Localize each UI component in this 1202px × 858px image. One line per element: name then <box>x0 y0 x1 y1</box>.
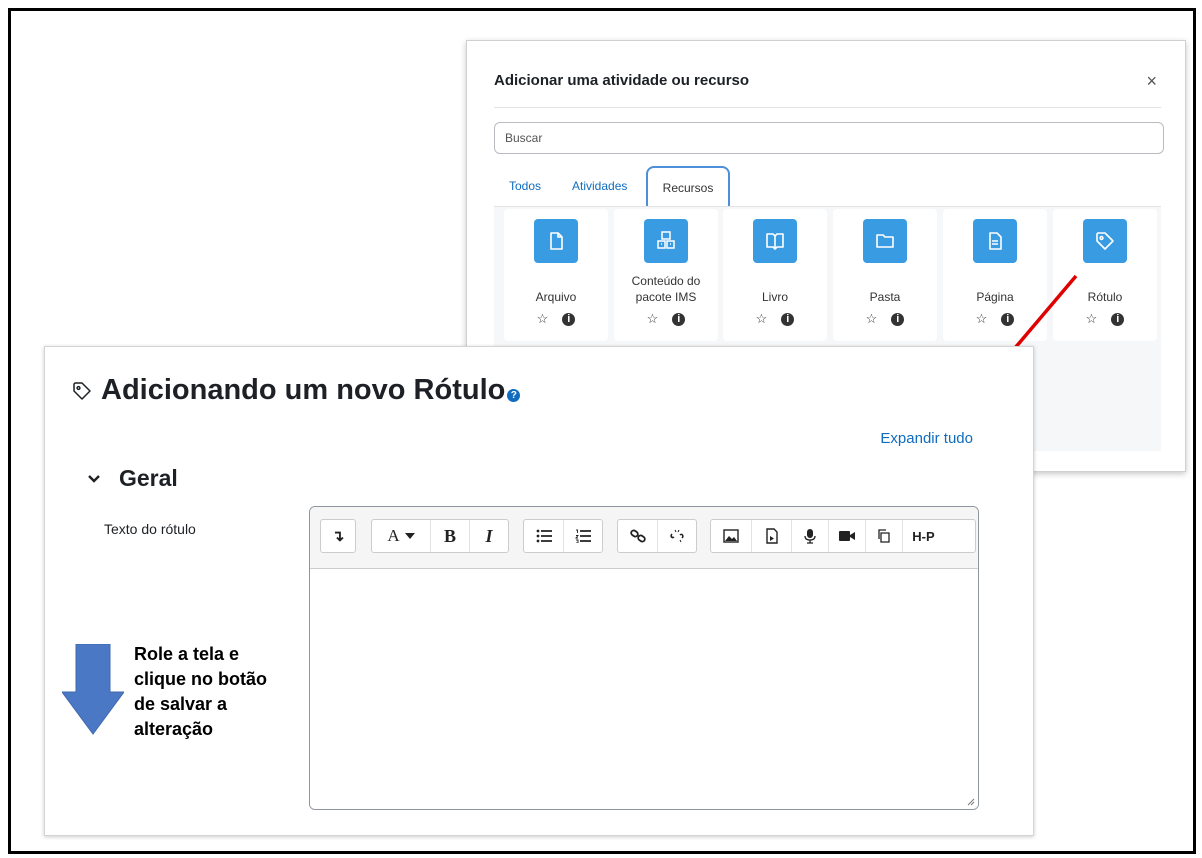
star-icon[interactable]: ☆ <box>1086 311 1098 327</box>
chooser-item-pasta[interactable]: Pasta ☆ i <box>833 209 937 341</box>
page-title-row: Adicionando um novo Rótulo ? <box>71 374 521 407</box>
folder-icon <box>863 219 907 263</box>
toolbar-toggle-button[interactable]: ↴ <box>321 520 355 552</box>
note-line: alteração <box>134 719 214 739</box>
italic-button[interactable]: I <box>469 520 508 552</box>
book-icon <box>753 219 797 263</box>
font-style-button[interactable]: A <box>372 520 430 552</box>
copy-files-icon <box>878 529 890 543</box>
label-form-panel: Adicionando um novo Rótulo ? Expandir tu… <box>44 346 1034 836</box>
down-arrow-annotation <box>62 644 124 735</box>
instruction-note: Role a tela e clique no botão de salvar … <box>134 642 314 742</box>
text-editor: ↴ A B I H-P <box>309 506 979 810</box>
page-icon <box>973 219 1017 263</box>
star-icon[interactable]: ☆ <box>537 311 549 327</box>
package-icon <box>644 219 688 263</box>
record-audio-button[interactable] <box>791 520 828 552</box>
note-line: de salvar a <box>134 694 228 714</box>
chooser-item-arquivo[interactable]: Arquivo ☆ i <box>504 209 608 341</box>
toolbar-group-toggle: ↴ <box>320 519 356 553</box>
record-video-button[interactable] <box>828 520 865 552</box>
unlink-icon <box>670 529 684 543</box>
link-button[interactable] <box>618 520 657 552</box>
image-icon <box>723 529 739 543</box>
toolbar-group-media: H-P <box>710 519 976 553</box>
toolbar-group-style: A B I <box>371 519 509 553</box>
link-icon <box>630 529 646 543</box>
chevron-down-icon <box>88 474 100 483</box>
microphone-icon <box>804 529 816 544</box>
toolbar-group-lists <box>523 519 603 553</box>
section-geral-toggle[interactable]: Geral <box>87 465 178 492</box>
info-icon[interactable]: i <box>672 313 686 326</box>
expand-all-link[interactable]: Expandir tudo <box>880 430 973 447</box>
close-icon[interactable]: × <box>1146 71 1157 92</box>
bullet-list-icon <box>536 529 552 543</box>
info-icon[interactable]: i <box>562 313 576 326</box>
chooser-divider <box>494 107 1161 108</box>
video-camera-icon <box>839 531 855 541</box>
info-icon[interactable]: i <box>1111 313 1125 326</box>
editor-toolbar: ↴ A B I H-P <box>310 507 978 569</box>
page-title: Adicionando um novo Rótulo <box>101 374 506 406</box>
media-button[interactable] <box>751 520 791 552</box>
field-label: Texto do rótulo <box>104 521 196 537</box>
editor-content-area[interactable] <box>310 569 978 809</box>
note-line: Role a tela e <box>134 644 240 664</box>
item-label: Arquivo <box>535 290 577 304</box>
bullet-list-button[interactable] <box>524 520 563 552</box>
resize-handle-icon[interactable] <box>965 796 975 806</box>
font-icon: A <box>387 526 400 545</box>
section-title: Geral <box>119 465 178 491</box>
chooser-title: Adicionar uma atividade ou recurso <box>494 72 750 89</box>
chooser-item-livro[interactable]: Livro ☆ i <box>723 209 827 341</box>
chooser-item-ims[interactable]: Conteúdo do pacote IMS ☆ i <box>614 209 718 341</box>
manage-files-button[interactable] <box>865 520 902 552</box>
media-file-icon <box>765 528 778 544</box>
h5p-button[interactable]: H-P <box>902 520 944 552</box>
tag-icon <box>73 381 91 400</box>
unlink-button[interactable] <box>657 520 696 552</box>
item-label: Pasta <box>869 290 901 304</box>
chooser-tabs: Todos Atividades Recursos <box>494 166 1164 208</box>
toolbar-group-links <box>617 519 697 553</box>
bold-button[interactable]: B <box>430 520 469 552</box>
star-icon[interactable]: ☆ <box>756 311 768 327</box>
numbered-list-icon <box>575 529 592 543</box>
note-line: clique no botão <box>134 669 267 689</box>
file-icon <box>534 219 578 263</box>
image-button[interactable] <box>711 520 751 552</box>
item-label: Conteúdo do pacote IMS <box>631 274 701 304</box>
star-icon[interactable]: ☆ <box>866 311 878 327</box>
tab-todos[interactable]: Todos <box>509 166 541 206</box>
item-label: Livro <box>761 290 788 304</box>
tab-atividades[interactable]: Atividades <box>572 166 627 206</box>
info-icon[interactable]: i <box>891 313 905 326</box>
help-icon[interactable]: ? <box>507 389 521 402</box>
tag-icon <box>1083 219 1127 263</box>
search-input[interactable] <box>494 122 1164 154</box>
numbered-list-button[interactable] <box>563 520 602 552</box>
tab-recursos[interactable]: Recursos <box>646 166 730 208</box>
info-icon[interactable]: i <box>781 313 795 326</box>
star-icon[interactable]: ☆ <box>647 311 659 327</box>
caret-down-icon <box>404 533 415 539</box>
